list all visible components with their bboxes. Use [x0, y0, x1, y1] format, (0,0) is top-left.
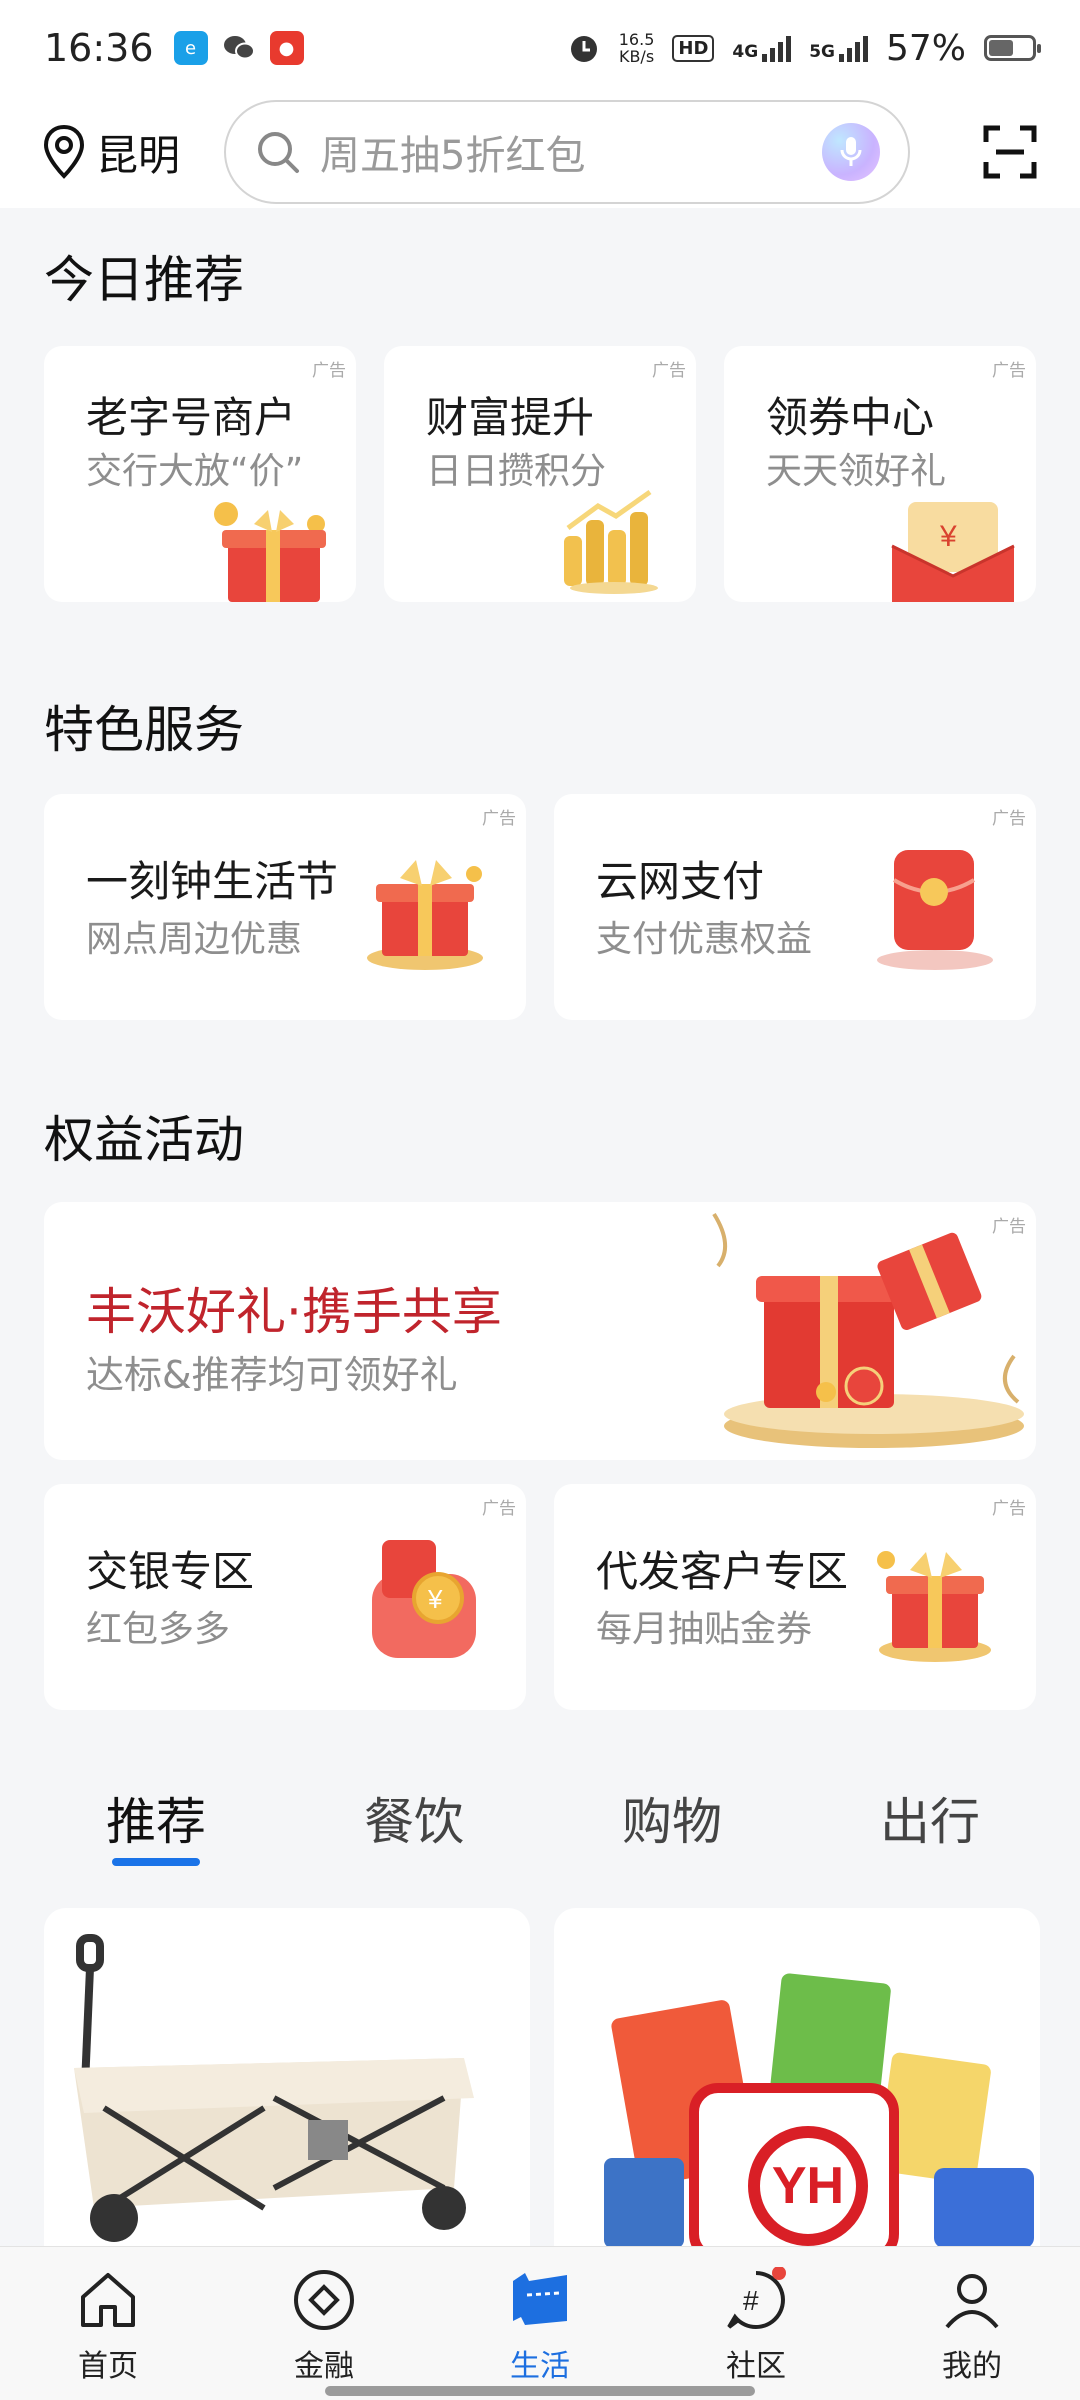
battery-percent: 57%	[885, 27, 966, 69]
ad-label: 广告	[652, 361, 686, 381]
network-speed: 16.5 KB/s	[618, 30, 655, 66]
profile-icon	[945, 2274, 999, 2329]
battery-icon	[984, 35, 1041, 61]
search-icon	[258, 132, 300, 173]
voice-input-icon[interactable]	[822, 123, 881, 181]
section-title-special: 特色服务	[44, 701, 244, 759]
card-title: 老字号商户	[86, 393, 297, 442]
section-title-benefits: 权益活动	[44, 1111, 244, 1169]
ad-label: 广告	[992, 809, 1026, 829]
card-title: 财富提升	[426, 393, 595, 442]
wechat-icon	[221, 31, 256, 65]
ad-label: 广告	[992, 1499, 1026, 1519]
alarm-icon	[570, 36, 597, 62]
category-tabs: 推荐 餐饮 购物 出行	[0, 1760, 1080, 1880]
red-envelope-icon	[877, 850, 993, 970]
product-card-yonghui[interactable]: YH	[554, 1908, 1040, 2248]
gift-box-icon	[214, 502, 326, 602]
red-packet-coin-icon: ¥	[372, 1540, 476, 1658]
card-title: 云网支付	[596, 857, 765, 906]
gesture-home-bar[interactable]	[325, 2386, 755, 2396]
ad-label: 广告	[992, 361, 1026, 381]
status-time: 16:36	[44, 26, 154, 70]
signal-5g: 5G	[809, 34, 868, 62]
nav-life[interactable]: 生活	[480, 2267, 600, 2385]
tab-travel[interactable]: 出行	[880, 1782, 980, 1854]
folding-wagon-image	[74, 1934, 474, 2242]
scan-icon[interactable]	[982, 124, 1038, 180]
tab-shopping[interactable]: 购物	[622, 1782, 722, 1854]
home-icon	[81, 2273, 135, 2327]
today-card-laozihao[interactable]: 广告 老字号商户 交行大放“价”	[44, 346, 356, 602]
tab-recommend[interactable]: 推荐	[106, 1782, 206, 1854]
nav-label: 首页	[78, 2349, 138, 2384]
nav-label: 社区	[726, 2349, 786, 2384]
svg-text:#: #	[743, 2285, 759, 2316]
top-header: 昆明 周五抽5折红包	[0, 96, 1080, 208]
app-notification-icon-2: ●	[269, 31, 304, 65]
nav-label: 生活	[510, 2349, 570, 2384]
nav-label: 金融	[294, 2349, 354, 2384]
card-subtitle: 每月抽贴金券	[596, 1609, 813, 1650]
ad-label: 广告	[482, 809, 516, 829]
card-title: 交银专区	[86, 1547, 255, 1596]
card-subtitle: 支付优惠权益	[596, 919, 813, 960]
card-subtitle: 天天领好礼	[766, 451, 947, 492]
ad-label: 广告	[312, 361, 346, 381]
benefits-card-bocom[interactable]: 广告 交银专区 红包多多 ¥	[44, 1484, 526, 1710]
red-envelope-coupon-icon: ¥	[891, 502, 1015, 602]
yonghui-logo: YH	[748, 2126, 868, 2246]
hd-badge: HD	[672, 34, 715, 62]
signal-4g: 4G	[732, 34, 792, 62]
location-label: 昆明	[96, 130, 181, 180]
gift-box-icon	[877, 1551, 991, 1662]
nav-label: 我的	[942, 2349, 1002, 2384]
life-icon	[513, 2273, 567, 2325]
card-subtitle: 交行大放“价”	[86, 451, 304, 492]
benefits-card-payroll[interactable]: 广告 代发客户专区 每月抽贴金券	[554, 1484, 1036, 1710]
bottom-navigation: 首页 金融 生活 # 社区 我的	[0, 2246, 1080, 2400]
nav-home[interactable]: 首页	[48, 2267, 168, 2385]
location-selector[interactable]: 昆明	[42, 122, 180, 183]
card-title: 领券中心	[766, 393, 935, 442]
gift-box-icon	[367, 860, 483, 970]
product-card-wagon[interactable]	[44, 1908, 530, 2248]
nav-profile[interactable]: 我的	[912, 2267, 1032, 2385]
today-card-wealth[interactable]: 广告 财富提升 日日攒积分	[384, 346, 696, 602]
location-pin-icon	[43, 124, 85, 179]
benefits-banner[interactable]: 广告 丰沃好礼·携手共享 达标&推荐均可领好礼	[44, 1202, 1036, 1460]
banner-title: 丰沃好礼·携手共享	[86, 1283, 502, 1341]
banner-subtitle: 达标&推荐均可领好礼	[86, 1353, 458, 1397]
card-subtitle: 网点周边优惠	[86, 919, 303, 960]
svg-text:¥: ¥	[427, 1584, 443, 1614]
nav-community[interactable]: # 社区	[696, 2266, 816, 2385]
status-bar: 16:36 e ● 16.5 KB/s HD 4G 5G 57%	[0, 0, 1080, 96]
special-card-lifestyle[interactable]: 广告 一刻钟生活节 网点周边优惠	[44, 794, 526, 1020]
finance-icon	[294, 2270, 354, 2330]
card-title: 一刻钟生活节	[86, 857, 339, 906]
active-tab-indicator	[112, 1858, 200, 1866]
ad-label: 广告	[482, 1499, 516, 1519]
today-card-coupons[interactable]: 广告 领券中心 天天领好礼 ¥	[724, 346, 1036, 602]
card-title: 代发客户专区	[596, 1547, 849, 1596]
section-title-today: 今日推荐	[44, 251, 244, 309]
app-notification-icon: e	[173, 31, 208, 65]
search-placeholder: 周五抽5折红包	[320, 133, 586, 179]
gift-podium-icon	[712, 1212, 1024, 1448]
search-input[interactable]: 周五抽5折红包	[224, 100, 911, 204]
nav-finance[interactable]: 金融	[264, 2267, 384, 2385]
tab-dining[interactable]: 餐饮	[364, 1782, 464, 1854]
svg-text:¥: ¥	[939, 520, 957, 553]
community-icon: #	[727, 2266, 786, 2329]
special-card-cloud-pay[interactable]: 广告 云网支付 支付优惠权益	[554, 794, 1036, 1020]
gold-coins-icon	[564, 489, 658, 594]
card-subtitle: 红包多多	[86, 1609, 231, 1650]
